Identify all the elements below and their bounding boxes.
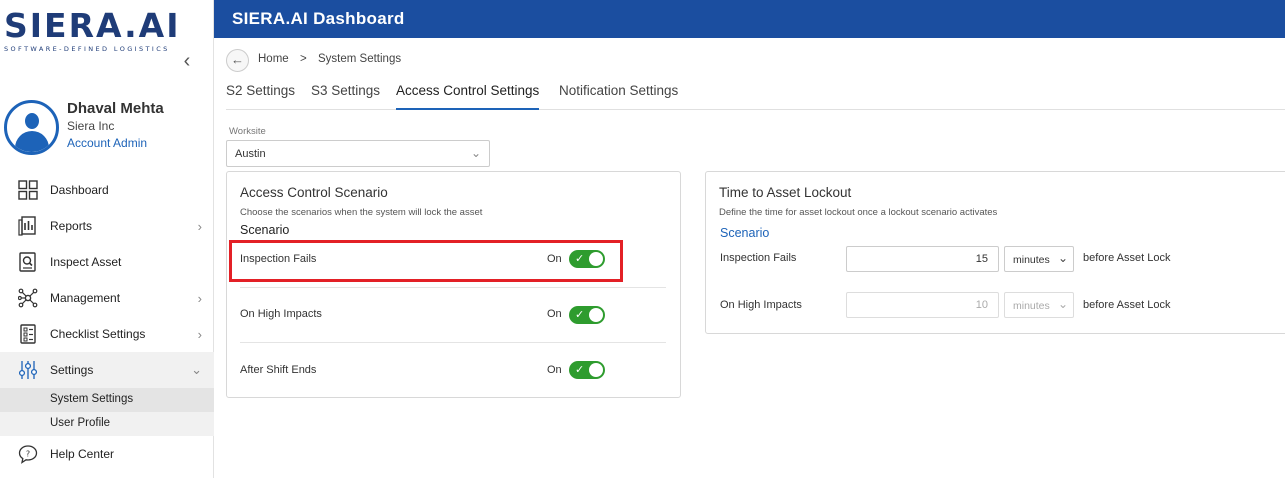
sidebar-item-dashboard[interactable]: Dashboard [0,172,214,208]
tab-s2-settings[interactable]: S2 Settings [226,83,295,110]
inspection-fails-minutes-input[interactable]: 15 [846,246,999,272]
unit-value: minutes [1013,254,1050,266]
sidebar-subitem-user-profile[interactable]: User Profile [0,412,214,436]
chevron-right-icon: › [197,218,202,234]
highlight-box [229,240,623,282]
sidebar-item-settings[interactable]: Settings ⌄ [0,352,214,388]
worksite-select[interactable]: Austin ⌄ [226,140,490,167]
unit-value: minutes [1013,300,1050,312]
sidebar: SIERA.AI SOFTWARE-DEFINED LOGISTICS ‹ Dh… [0,0,214,478]
collapse-sidebar-chevron-icon[interactable]: ‹ [178,50,196,72]
sidebar-item-label: Settings [50,363,94,377]
lockout-label-high-impacts: On High Impacts [720,299,802,311]
card-description: Define the time for asset lockout once a… [719,207,998,218]
scenario-heading: Scenario [240,223,290,237]
sidebar-item-label: Reports [50,219,93,233]
scenario-heading: Scenario [720,226,770,240]
chevron-right-icon: › [197,326,202,342]
sidebar-item-reports[interactable]: Reports › [0,208,214,244]
chevron-down-icon: ⌄ [191,362,202,377]
scenario-label-high-impacts: On High Impacts [240,308,322,320]
profile-role: Account Admin [67,136,148,150]
before-asset-lock-label: before Asset Lock [1083,299,1171,311]
before-asset-lock-label: before Asset Lock [1083,252,1171,264]
page-title: SIERA.AI Dashboard [232,9,405,28]
sidebar-item-inspect-asset[interactable]: Inspect Asset [0,244,214,280]
toggle-state-label: On [547,364,562,376]
sidebar-nav: Dashboard Reports › Inspect Asset Manage… [0,172,214,472]
reports-icon [18,216,36,236]
sidebar-subitem-label: System Settings [50,393,134,405]
worksite-value: Austin [235,148,266,160]
sidebar-item-help-center[interactable]: ? Help Center [0,436,214,472]
sidebar-item-label: Management [50,291,121,305]
tab-s3-settings[interactable]: S3 Settings [311,83,380,110]
management-icon [18,288,38,308]
card-title: Time to Asset Lockout [719,185,852,200]
app-header: SIERA.AI Dashboard [214,0,1285,38]
user-profile-summary: Dhaval Mehta Siera Inc Account Admin [4,100,210,156]
chevron-down-icon: ⌄ [1057,297,1068,311]
tab-notification-settings[interactable]: Notification Settings [559,83,678,110]
inspection-fails-unit-select[interactable]: minutes ⌄ [1004,246,1074,272]
high-impacts-minutes-input[interactable]: 10 [846,292,999,318]
sidebar-item-checklist-settings[interactable]: Checklist Settings › [0,316,214,352]
high-impacts-toggle[interactable]: ✓ [569,306,605,324]
siera-logo[interactable]: SIERA.AI SOFTWARE-DEFINED LOGISTICS [4,6,210,54]
breadcrumb-current: System Settings [318,53,402,65]
asset-lockout-card: Time to Asset Lockout Define the time fo… [705,171,1285,334]
dashboard-icon [18,180,38,200]
sidebar-item-label: Help Center [50,447,115,461]
card-description: Choose the scenarios when the system wil… [240,207,483,218]
chevron-down-icon: ⌄ [1057,251,1068,265]
check-icon: ✓ [575,309,585,321]
worksite-label: Worksite [229,126,266,137]
settings-sliders-icon [18,361,38,379]
sidebar-item-label: Inspect Asset [50,255,122,269]
scenario-label-after-shift-ends: After Shift Ends [240,364,317,376]
sidebar-item-label: Dashboard [50,183,109,197]
settings-tabs: S2 Settings S3 Settings Access Control S… [226,76,1285,110]
avatar-icon[interactable] [4,100,59,155]
high-impacts-unit-select[interactable]: minutes ⌄ [1004,292,1074,318]
sidebar-subitem-label: User Profile [50,417,111,429]
access-control-card: Access Control Scenario Choose the scena… [226,171,681,398]
after-shift-ends-toggle[interactable]: ✓ [569,361,605,379]
chevron-down-icon: ⌄ [470,146,481,160]
breadcrumb-home[interactable]: Home [258,53,289,65]
sidebar-item-label: Checklist Settings [50,327,146,341]
tab-access-control-settings[interactable]: Access Control Settings [396,83,540,110]
card-title: Access Control Scenario [240,185,388,200]
profile-name: Dhaval Mehta [67,100,164,117]
back-arrow-icon[interactable]: ← [226,49,249,72]
lockout-label-inspection-fails: Inspection Fails [720,252,797,264]
sidebar-subitem-system-settings[interactable]: System Settings [0,388,214,412]
profile-org: Siera Inc [67,119,115,133]
breadcrumb-separator-icon: > [300,53,307,65]
svg-text:?: ? [26,450,30,459]
logo-wordmark: SIERA.AI [4,6,181,45]
help-icon: ? [18,445,38,464]
check-icon: ✓ [575,364,585,376]
toggle-state-label: On [547,308,562,320]
chevron-right-icon: › [197,290,202,306]
checklist-icon [20,324,36,344]
inspect-asset-icon [19,252,36,272]
sidebar-item-management[interactable]: Management › [0,280,214,316]
